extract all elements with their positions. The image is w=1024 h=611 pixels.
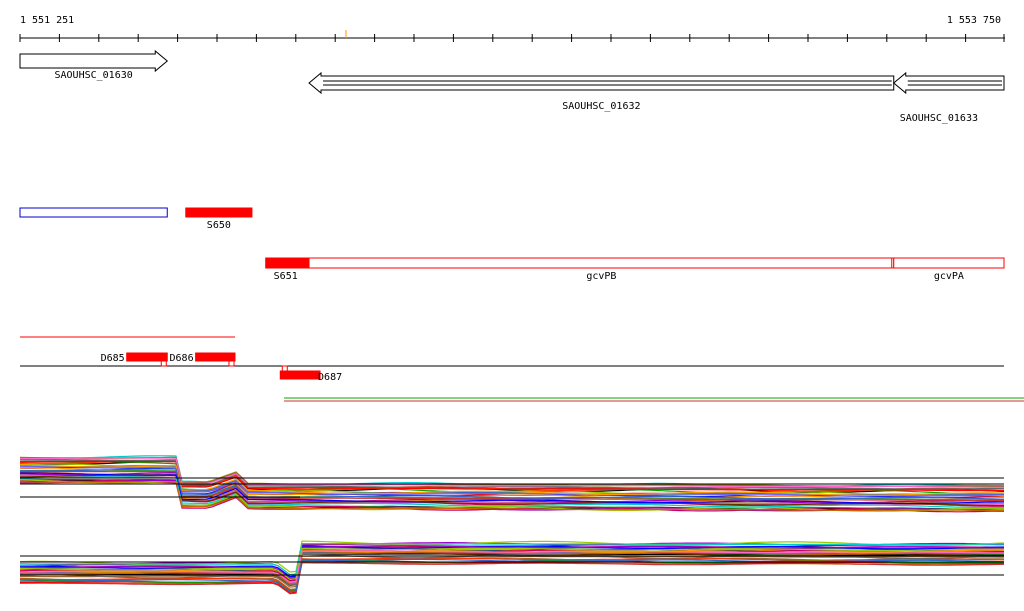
feature-box bbox=[126, 352, 168, 362]
feature-marker bbox=[160, 360, 167, 367]
genome-browser-view: 1 551 251 1 553 750 SAOUHSC_01630SAOUHSC… bbox=[19, 15, 1024, 595]
feature-marker bbox=[281, 365, 288, 372]
coordinate-ruler: 1 551 251 1 553 750 bbox=[19, 15, 1005, 42]
feature-label: gcvPA bbox=[934, 271, 964, 282]
gene-annotation-track: SAOUHSC_01630 SAOUHSC_01632 SAOUHSC_01633 bbox=[19, 49, 1005, 124]
feature-label: D685 bbox=[101, 353, 125, 364]
feature-label: S650 bbox=[207, 220, 231, 231]
gene-label: SAOUHSC_01633 bbox=[900, 113, 978, 124]
feature-track-1: S650 bbox=[19, 207, 253, 231]
feature-box bbox=[308, 257, 895, 269]
feature-label: S651 bbox=[274, 271, 298, 282]
gene-arrow bbox=[892, 71, 1005, 95]
feature-box bbox=[19, 207, 168, 218]
feature-box bbox=[185, 207, 253, 218]
feature-box bbox=[893, 257, 1005, 269]
ruler-end-label: 1 553 750 bbox=[947, 15, 1001, 26]
feature-label: D686 bbox=[170, 353, 194, 364]
feature-box bbox=[195, 352, 236, 362]
feature-marker bbox=[228, 360, 235, 367]
feature-label: gcvPB bbox=[586, 271, 616, 282]
ruler-ticks bbox=[19, 30, 1005, 42]
ruler-start-label: 1 551 251 bbox=[20, 15, 74, 26]
feature-label: D687 bbox=[318, 372, 342, 383]
gene-arrow bbox=[308, 71, 895, 95]
feature-track-3: D685 D686 D687 bbox=[20, 336, 1024, 402]
expression-track-top bbox=[19, 455, 1005, 513]
feature-box bbox=[279, 370, 321, 380]
gene-label: SAOUHSC_01632 bbox=[562, 101, 640, 112]
feature-box bbox=[265, 257, 310, 269]
expression-track-bottom bbox=[19, 540, 1005, 595]
gene-arrow bbox=[19, 49, 169, 73]
feature-track-2: S651 gcvPB gcvPA bbox=[265, 257, 1005, 282]
gene-label: SAOUHSC_01630 bbox=[54, 70, 132, 81]
